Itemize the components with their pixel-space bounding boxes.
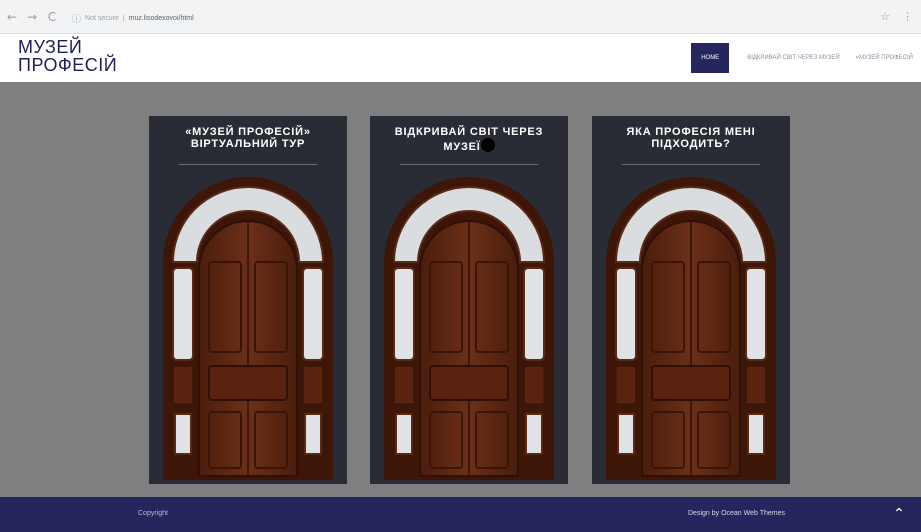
- door-image[interactable]: [159, 170, 337, 480]
- reload-icon[interactable]: C: [44, 10, 60, 24]
- door-side-glass-right: [747, 413, 765, 455]
- scroll-top-icon[interactable]: ⌃: [889, 504, 909, 524]
- door-panel-middle: [208, 365, 288, 401]
- browser-menu-icon[interactable]: ⋮: [902, 10, 913, 23]
- address-bar[interactable]: ⓘ Not secure | muz.lisodexovoi/html: [72, 9, 852, 27]
- door-sidelight-left: [615, 267, 637, 361]
- door-panel-middle: [651, 365, 731, 401]
- door-image[interactable]: [380, 170, 558, 480]
- card-title-text: МУЗЕЇ: [443, 141, 481, 153]
- site-logo[interactable]: МУЗЕЙ ПРОФЕСІЙ: [18, 38, 117, 74]
- cursor-dot-icon: [480, 138, 495, 152]
- door-sidelight-right: [523, 267, 545, 361]
- card-title-line-2: ПІДХОДИТЬ?: [651, 138, 731, 150]
- divider: [179, 164, 317, 165]
- card-virtual-tour[interactable]: «МУЗЕЙ ПРОФЕСІЙ» ВІРТУАЛЬНИЙ ТУР: [149, 116, 347, 484]
- card-title-line-1: ЯКА ПРОФЕСІЯ МЕНІ: [626, 126, 756, 138]
- card-profession-quiz[interactable]: ЯКА ПРОФЕСІЯ МЕНІ ПІДХОДИТЬ?: [592, 116, 790, 484]
- menu-item-discover[interactable]: ВІДКРИВАЙ СВІТ ЧЕРЕЗ МУЗЕЙ: [739, 34, 847, 82]
- site-footer: Copyright Design by Ocean Web Themes ⌃: [0, 497, 921, 532]
- menu-item-museum[interactable]: «МУЗЕЙ ПРОФЕСІЙ: [848, 34, 921, 82]
- door-side-panel-left: [172, 365, 194, 405]
- card-title-line-2: ВІРТУАЛЬНИЙ ТУР: [190, 138, 306, 150]
- back-icon[interactable]: ←: [4, 10, 20, 24]
- main-content: «МУЗЕЙ ПРОФЕСІЙ» ВІРТУАЛЬНИЙ ТУР ВІДКРИВ…: [0, 82, 921, 497]
- door-side-glass-left: [174, 413, 192, 455]
- url-text[interactable]: muz.lisodexovoi/html: [129, 15, 194, 22]
- separator: |: [122, 14, 125, 22]
- door-side-panel-right: [523, 365, 545, 405]
- theme-credit-link[interactable]: Design by Ocean Web Themes: [688, 510, 785, 517]
- site-header: МУЗЕЙ ПРОФЕСІЙ HOME ВІДКРИВАЙ СВІТ ЧЕРЕЗ…: [0, 34, 921, 82]
- card-title-line-2: МУЗЕЇ: [380, 138, 558, 153]
- door-sidelight-right: [302, 267, 324, 361]
- card-title: ЯКА ПРОФЕСІЯ МЕНІ ПІДХОДИТЬ?: [602, 126, 780, 162]
- menu-item-home[interactable]: HOME: [691, 43, 730, 73]
- browser-toolbar: ← → C ⓘ Not secure | muz.lisodexovoi/htm…: [0, 0, 921, 34]
- divider: [622, 164, 760, 165]
- main-menu: HOME ВІДКРИВАЙ СВІТ ЧЕРЕЗ МУЗЕЙ «МУЗЕЙ П…: [691, 34, 921, 82]
- door-side-panel-left: [393, 365, 415, 405]
- security-label: Not secure: [85, 14, 119, 22]
- door-image[interactable]: [602, 170, 780, 480]
- divider: [400, 164, 538, 165]
- logo-line-1: МУЗЕЙ: [18, 37, 83, 57]
- logo-line-2: ПРОФЕСІЙ: [18, 55, 118, 75]
- card-title-line-1: ВІДКРИВАЙ СВІТ ЧЕРЕЗ: [394, 126, 544, 138]
- copyright-text: Copyright: [138, 510, 168, 517]
- card-title: «МУЗЕЙ ПРОФЕСІЙ» ВІРТУАЛЬНИЙ ТУР: [159, 126, 337, 162]
- door-sidelight-left: [172, 267, 194, 361]
- door-side-panel-right: [745, 365, 767, 405]
- card-title-line-1: «МУЗЕЙ ПРОФЕСІЙ»: [185, 126, 311, 138]
- door-side-panel-right: [302, 365, 324, 405]
- door-panel-middle: [429, 365, 509, 401]
- door-side-glass-left: [617, 413, 635, 455]
- star-icon[interactable]: ☆: [880, 10, 890, 23]
- door-sidelight-right: [745, 267, 767, 361]
- door-side-panel-left: [615, 365, 637, 405]
- door-side-glass-right: [525, 413, 543, 455]
- door-side-glass-right: [304, 413, 322, 455]
- info-icon[interactable]: ⓘ: [72, 12, 81, 25]
- door-side-glass-left: [395, 413, 413, 455]
- forward-icon[interactable]: →: [24, 10, 40, 24]
- card-discover-world[interactable]: ВІДКРИВАЙ СВІТ ЧЕРЕЗ МУЗЕЇ: [370, 116, 568, 484]
- card-title: ВІДКРИВАЙ СВІТ ЧЕРЕЗ МУЗЕЇ: [380, 126, 558, 162]
- door-sidelight-left: [393, 267, 415, 361]
